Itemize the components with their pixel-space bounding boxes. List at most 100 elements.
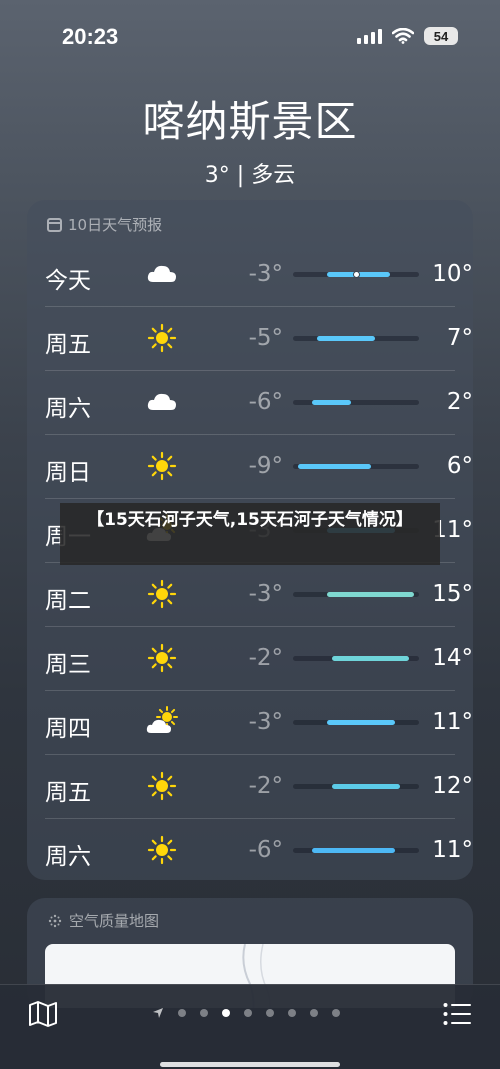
forecast-row[interactable]: 周日 -9° 6° <box>45 434 473 498</box>
low-temp: -6° <box>248 837 283 863</box>
sun-icon <box>145 770 179 802</box>
cloud-icon <box>145 386 179 418</box>
high-temp: 7° <box>446 325 473 351</box>
air-quality-icon <box>48 914 62 927</box>
map-icon[interactable] <box>28 1001 58 1027</box>
row-divider <box>45 306 455 307</box>
current-conditions: 3° | 多云 <box>204 163 296 188</box>
high-temp: 12° <box>432 773 473 799</box>
location-header: 喀纳斯景区 3° | 多云 <box>0 88 500 189</box>
forecast-row[interactable]: 周五 -2° 12° <box>45 754 473 818</box>
page-dot[interactable] <box>222 1009 230 1017</box>
location-arrow-icon[interactable] <box>152 1007 164 1019</box>
forecast-row[interactable]: 今天 -3° 10° <box>45 242 473 306</box>
page-dot[interactable] <box>178 1009 186 1017</box>
low-temp: -9° <box>248 453 283 479</box>
low-temp: -3° <box>248 709 283 735</box>
day-name: 今天 <box>45 268 91 294</box>
sun-icon <box>145 450 179 482</box>
high-temp: 15° <box>432 581 473 607</box>
page-dot[interactable] <box>332 1009 340 1017</box>
page-dot[interactable] <box>244 1009 252 1017</box>
status-bar: 20:23 54 <box>0 0 500 70</box>
page-dot[interactable] <box>310 1009 318 1017</box>
row-divider <box>45 690 455 691</box>
forecast-header: 10日天气预报 <box>47 214 162 235</box>
row-divider <box>45 434 455 435</box>
temperature-range-bar <box>293 720 419 725</box>
temperature-range-fill <box>331 656 410 661</box>
caption-overlay: 【15天石河子天气,15天石河子天气情况】 <box>60 503 440 565</box>
current-temp-marker <box>352 271 360 278</box>
status-icons: 54 <box>357 27 458 45</box>
high-temp: 10° <box>432 261 473 287</box>
air-quality-header: 空气质量地图 <box>47 910 159 931</box>
location-name: 喀纳斯景区 <box>142 97 358 146</box>
day-name: 周六 <box>45 396 91 422</box>
sun-icon <box>145 578 179 610</box>
forecast-row[interactable]: 周三 -2° 14° <box>45 626 473 690</box>
page-dot[interactable] <box>200 1009 208 1017</box>
status-time: 20:23 <box>62 24 119 49</box>
home-indicator[interactable] <box>160 1062 340 1067</box>
low-temp: -3° <box>248 261 283 287</box>
forecast-row[interactable]: 周六 -6° 2° <box>45 370 473 434</box>
list-icon[interactable] <box>443 1002 471 1026</box>
low-temp: -2° <box>248 773 283 799</box>
temperature-range-bar <box>293 336 419 341</box>
page-dot[interactable] <box>288 1009 296 1017</box>
cellular-signal-icon <box>357 28 382 44</box>
temperature-range-bar <box>293 271 419 278</box>
page-indicator[interactable] <box>152 1007 340 1019</box>
row-divider <box>45 626 455 627</box>
bottom-toolbar <box>0 984 500 1069</box>
calendar-icon <box>47 217 62 232</box>
temperature-range-bar <box>293 592 419 597</box>
cloud-icon <box>145 258 179 290</box>
day-name: 周六 <box>45 844 91 870</box>
low-temp: -5° <box>248 325 283 351</box>
low-temp: -6° <box>248 389 283 415</box>
forecast-row[interactable]: 周五 -5° 7° <box>45 306 473 370</box>
sun-icon <box>145 322 179 354</box>
page-dot[interactable] <box>266 1009 274 1017</box>
temperature-range-fill <box>312 400 352 405</box>
temperature-range-fill <box>326 592 415 597</box>
temperature-range-bar <box>293 848 419 853</box>
partly-cloudy-icon <box>145 706 179 738</box>
day-name: 周三 <box>45 652 91 678</box>
high-temp: 2° <box>446 389 473 415</box>
row-divider <box>45 754 455 755</box>
day-name: 周五 <box>45 332 91 358</box>
sun-icon <box>145 834 179 866</box>
high-temp: 14° <box>432 645 473 671</box>
temperature-range-fill <box>312 848 395 853</box>
temperature-range-bar <box>293 656 419 661</box>
wifi-icon <box>392 28 414 44</box>
forecast-title: 10日天气预报 <box>68 216 163 234</box>
low-temp: -2° <box>248 645 283 671</box>
row-divider <box>45 818 455 819</box>
row-divider <box>45 370 455 371</box>
day-name: 周二 <box>45 588 91 614</box>
temperature-range-fill <box>326 720 395 725</box>
temperature-range-bar <box>293 464 419 469</box>
sun-icon <box>145 642 179 674</box>
day-name: 周日 <box>45 460 91 486</box>
forecast-row[interactable]: 周六 -6° 11° <box>45 818 473 882</box>
low-temp: -3° <box>248 581 283 607</box>
forecast-row[interactable]: 周四 -3° 11° <box>45 690 473 754</box>
high-temp: 6° <box>446 453 473 479</box>
high-temp: 11° <box>432 709 473 735</box>
day-name: 周五 <box>45 780 91 806</box>
high-temp: 11° <box>432 837 473 863</box>
forecast-row[interactable]: 周二 -3° 15° <box>45 562 473 626</box>
row-divider <box>45 498 455 499</box>
temperature-range-bar <box>293 400 419 405</box>
temperature-range-fill <box>331 784 400 789</box>
temperature-range-fill <box>297 464 371 469</box>
temperature-range-bar <box>293 784 419 789</box>
day-name: 周四 <box>45 716 91 742</box>
battery-indicator: 54 <box>424 27 458 45</box>
air-quality-title: 空气质量地图 <box>69 912 160 930</box>
